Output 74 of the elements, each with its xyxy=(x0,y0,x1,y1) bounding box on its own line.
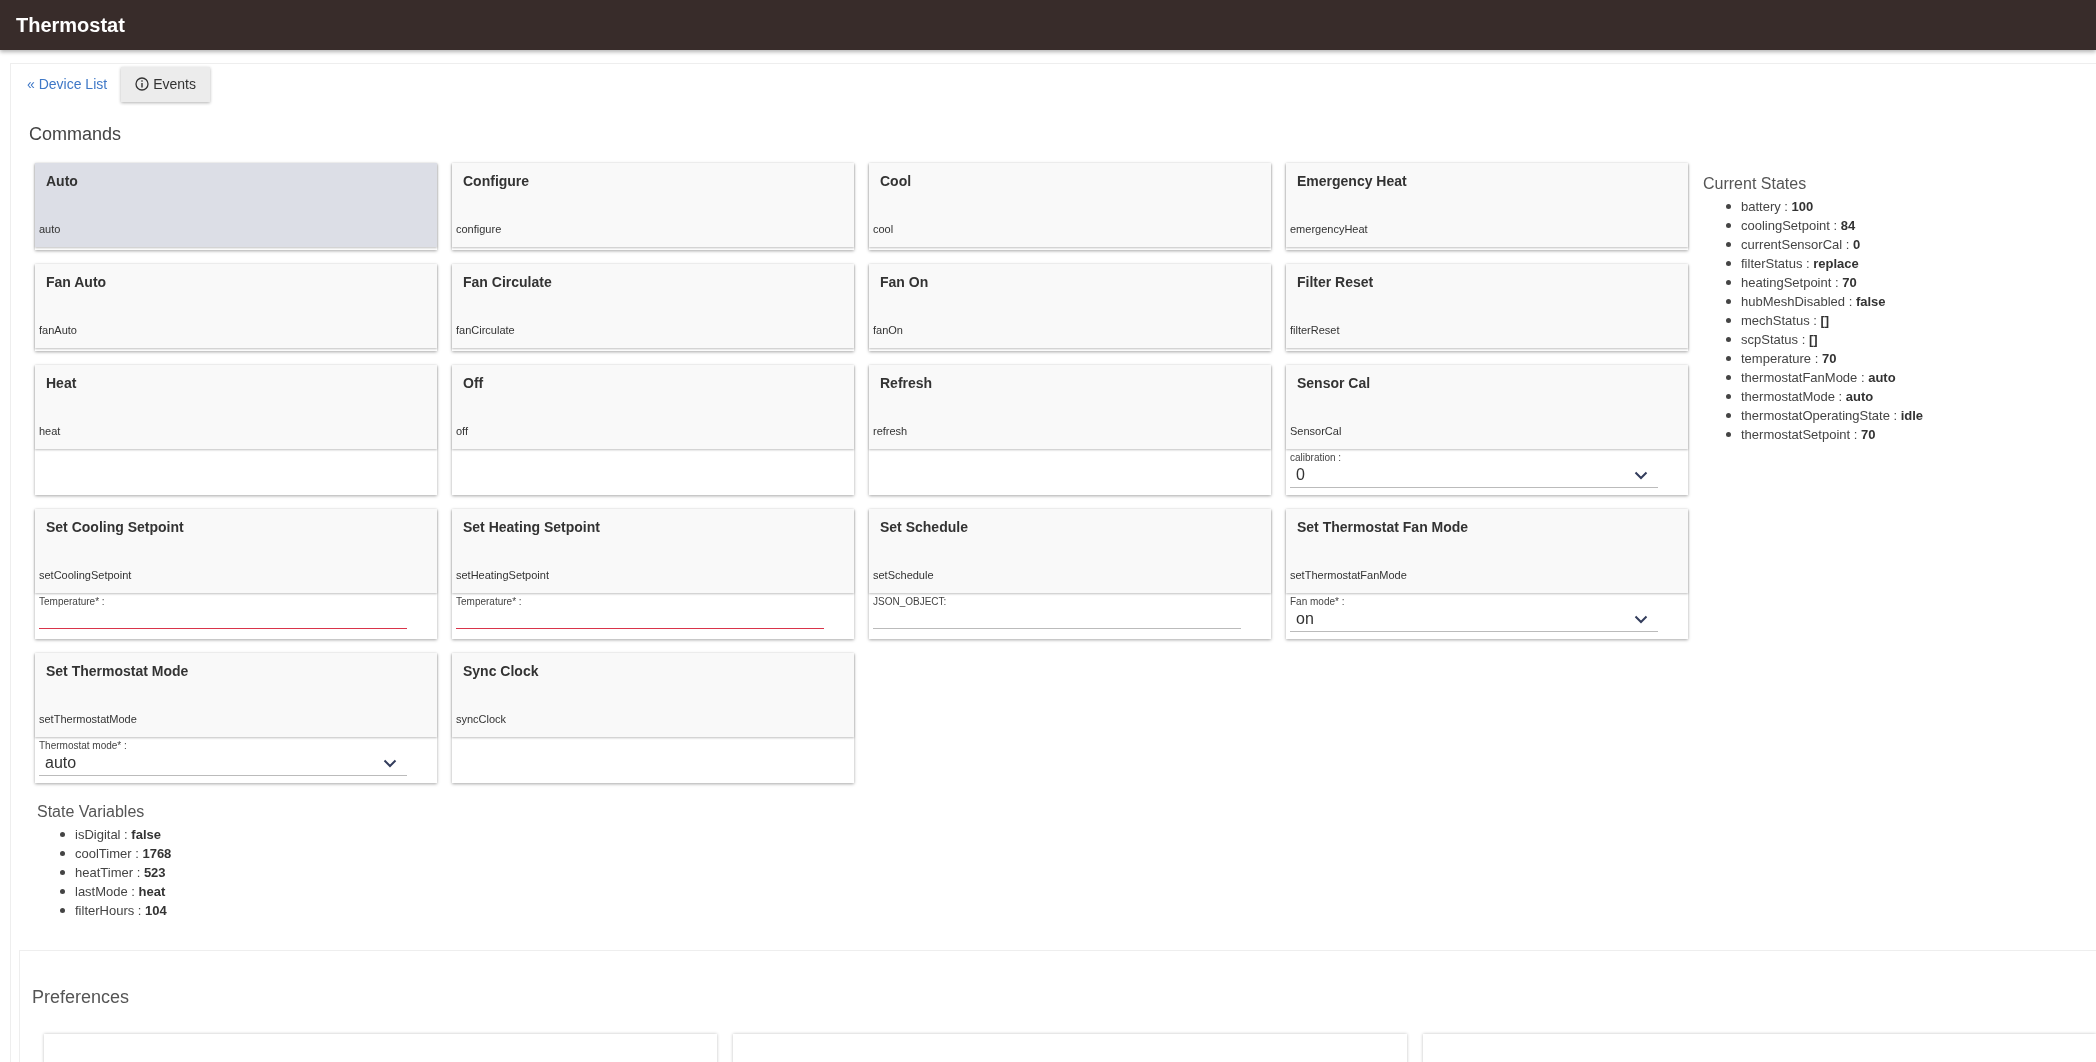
dropdown[interactable]: auto xyxy=(39,751,407,776)
state-item: thermostatMode : auto xyxy=(1741,388,1874,406)
bullet-icon xyxy=(1726,204,1731,209)
variable-item: coolTimer : 1768 xyxy=(75,845,172,863)
state-item: mechStatus : [] xyxy=(1741,312,1830,330)
bullet-icon xyxy=(1726,299,1731,304)
command-button[interactable]: Filter Reset filterReset xyxy=(1286,264,1688,348)
command-button[interactable]: Set Schedule setSchedule xyxy=(869,509,1271,593)
bullet-icon xyxy=(1726,261,1731,266)
field-label: Fan mode* : xyxy=(1290,596,1346,607)
command-button[interactable]: Set Thermostat Mode setThermostatMode xyxy=(35,653,437,737)
section-heading: Current States xyxy=(1703,175,1808,193)
state-item: hubMeshDisabled : false xyxy=(1741,293,1886,311)
bullet-icon xyxy=(1726,432,1731,437)
state-item: temperature : 70 xyxy=(1741,350,1837,368)
info-icon xyxy=(135,76,150,91)
bullet-icon xyxy=(1726,337,1731,342)
state-item: coolingSetpoint : 84 xyxy=(1741,217,1856,235)
command-button[interactable]: Set Cooling Setpoint setCoolingSetpoint xyxy=(35,509,437,593)
command-button[interactable]: Auto auto xyxy=(35,163,437,247)
field-label: Temperature* : xyxy=(456,596,523,607)
bullet-icon xyxy=(1726,318,1731,323)
variable-item: lastMode : heat xyxy=(75,883,166,901)
chevron-down-icon xyxy=(1634,614,1648,624)
bullet-icon xyxy=(1726,375,1731,380)
field-label: Temperature* : xyxy=(39,596,106,607)
dropdown[interactable]: on xyxy=(1290,607,1658,632)
command-button[interactable]: Off off xyxy=(452,365,854,449)
command-button[interactable]: Sensor Cal SensorCal xyxy=(1286,365,1688,449)
state-item: scpStatus : [] xyxy=(1741,331,1818,349)
command-button[interactable]: Emergency Heat emergencyHeat xyxy=(1286,163,1688,247)
variable-item: isDigital : false xyxy=(75,826,161,844)
field-label: calibration : xyxy=(1290,452,1343,463)
bullet-icon xyxy=(60,908,65,913)
events-button[interactable]: Events xyxy=(121,66,210,102)
command-button[interactable]: Sync Clock syncClock xyxy=(452,653,854,737)
command-button[interactable]: Fan Circulate fanCirculate xyxy=(452,264,854,348)
bullet-icon xyxy=(1726,242,1731,247)
bullet-icon xyxy=(60,832,65,837)
bullet-icon xyxy=(60,851,65,856)
command-button[interactable]: Fan Auto fanAuto xyxy=(35,264,437,348)
section-heading: State Variables xyxy=(37,803,146,821)
section-heading: Preferences xyxy=(32,987,131,1008)
state-item: currentSensorCal : 0 xyxy=(1741,236,1861,254)
command-button[interactable]: Set Thermostat Fan Mode setThermostatFanMode xyxy=(1286,509,1688,593)
state-item: thermostatSetpoint : 70 xyxy=(1741,426,1876,444)
chevron-down-icon xyxy=(383,758,397,768)
field-label: Thermostat mode* : xyxy=(39,740,128,751)
bullet-icon xyxy=(1726,223,1731,228)
command-button[interactable]: Cool cool xyxy=(869,163,1271,247)
state-item: heatingSetpoint : 70 xyxy=(1741,274,1857,292)
bullet-icon xyxy=(1726,394,1731,399)
bullet-icon xyxy=(1726,413,1731,418)
page-title: Thermostat xyxy=(0,0,2096,50)
variable-item: heatTimer : 523 xyxy=(75,864,166,882)
chevron-down-icon xyxy=(1634,470,1648,480)
dropdown[interactable]: 0 xyxy=(1290,463,1658,488)
state-item: filterStatus : replace xyxy=(1741,255,1859,273)
section-heading: Commands xyxy=(29,124,123,145)
bullet-icon xyxy=(1726,280,1731,285)
bullet-icon xyxy=(60,870,65,875)
bullet-icon xyxy=(60,889,65,894)
state-item: thermostatFanMode : auto xyxy=(1741,369,1896,387)
command-button[interactable]: Set Heating Setpoint setHeatingSetpoint xyxy=(452,509,854,593)
state-item: thermostatOperatingState : idle xyxy=(1741,407,1924,425)
command-button[interactable]: Heat heat xyxy=(35,365,437,449)
bullet-icon xyxy=(1726,356,1731,361)
command-button[interactable]: Refresh refresh xyxy=(869,365,1271,449)
variable-item: filterHours : 104 xyxy=(75,902,167,920)
state-item: battery : 100 xyxy=(1741,198,1814,216)
command-button[interactable]: Fan On fanOn xyxy=(869,264,1271,348)
command-button[interactable]: Configure configure xyxy=(452,163,854,247)
back-link[interactable]: « Device List xyxy=(27,76,108,92)
field-label: JSON_OBJECT: xyxy=(873,596,948,607)
